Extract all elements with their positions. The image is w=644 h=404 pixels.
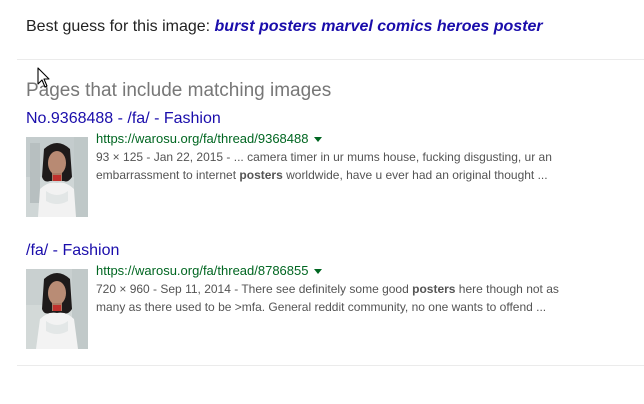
snippet-text: 720 × 960 - Sep 11, 2014 - There see def… xyxy=(96,282,413,296)
result-url: https://warosu.org/fa/thread/9368488 xyxy=(96,131,309,146)
result-title-link[interactable]: No.9368488 - /fa/ - Fashion xyxy=(26,109,626,129)
dropdown-arrow-icon[interactable] xyxy=(314,269,323,275)
snippet-line: embarrassment to internet posters worldw… xyxy=(96,166,616,184)
best-guess-label: Best guess for this image: xyxy=(26,18,215,35)
result-thumbnail[interactable] xyxy=(26,269,88,349)
dropdown-arrow-icon[interactable] xyxy=(314,137,323,143)
search-result: No.9368488 - /fa/ - Fashion https://waro… xyxy=(26,109,626,217)
result-url: https://warosu.org/fa/thread/8786855 xyxy=(96,263,309,278)
result-info: https://warosu.org/fa/thread/9368488 93 … xyxy=(96,131,616,184)
result-thumbnail[interactable] xyxy=(26,137,88,217)
mouse-pointer-icon xyxy=(37,67,50,88)
divider xyxy=(17,365,644,366)
result-snippet: 720 × 960 - Sep 11, 2014 - There see def… xyxy=(96,280,616,316)
section-title: Pages that include matching images xyxy=(26,80,332,101)
snippet-line: 720 × 960 - Sep 11, 2014 - There see def… xyxy=(96,280,616,298)
snippet-text: here though not as xyxy=(455,282,559,296)
snippet-text: embarrassment to internet xyxy=(96,168,240,182)
snippet-line: many as there used to be >mfa. General r… xyxy=(96,300,547,314)
result-title-link[interactable]: /fa/ - Fashion xyxy=(26,241,626,261)
result-url-line: https://warosu.org/fa/thread/8786855 xyxy=(96,263,616,279)
snippet-line: 93 × 125 - Jan 22, 2015 - ... camera tim… xyxy=(96,150,552,164)
divider xyxy=(17,59,644,60)
snippet-highlight: posters xyxy=(239,168,283,182)
snippet-highlight: posters xyxy=(412,282,456,296)
snippet-text: worldwide, have u ever had an original t… xyxy=(282,168,548,182)
search-result: /fa/ - Fashion https://warosu.org/fa/thr… xyxy=(26,241,626,349)
result-snippet: 93 × 125 - Jan 22, 2015 - ... camera tim… xyxy=(96,148,616,184)
best-guess: Best guess for this image: burst posters… xyxy=(26,17,543,37)
result-url-line: https://warosu.org/fa/thread/9368488 xyxy=(96,131,616,147)
result-info: https://warosu.org/fa/thread/8786855 720… xyxy=(96,263,616,316)
best-guess-query-link[interactable]: burst posters marvel comics heroes poste… xyxy=(215,18,543,35)
